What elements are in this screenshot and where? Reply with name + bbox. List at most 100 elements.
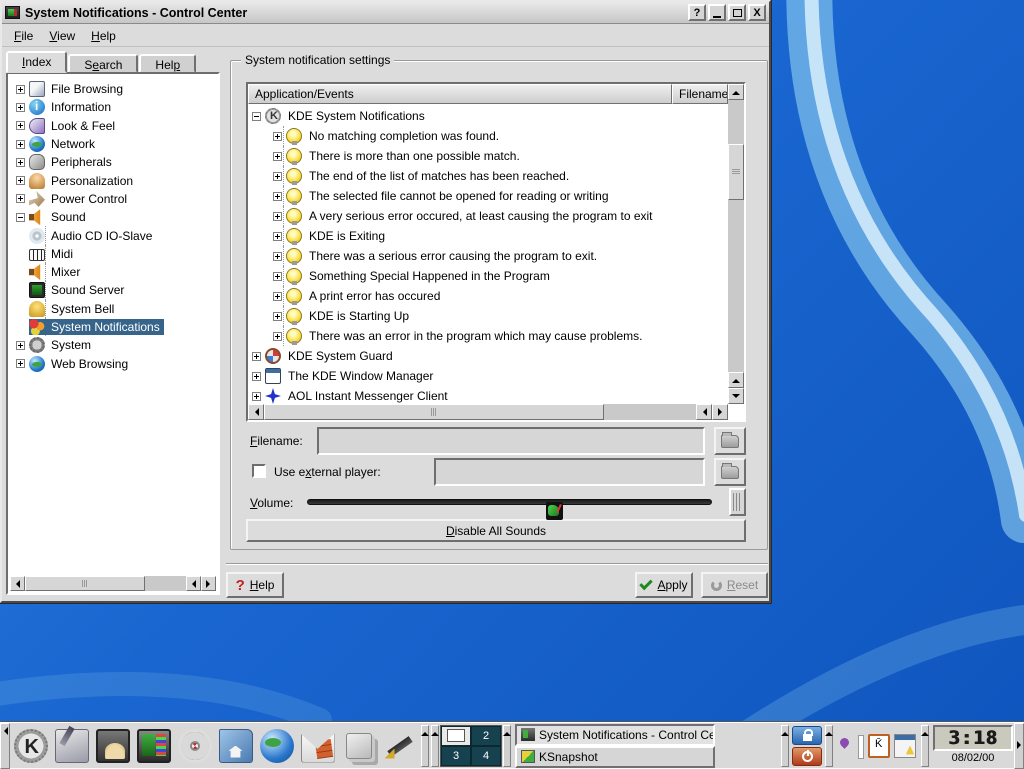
event-row[interactable]: The selected file cannot be opened for r… (248, 186, 728, 206)
event-row[interactable]: No matching completion was found. (248, 126, 728, 146)
help-dialog-button[interactable]: ? Help (226, 572, 284, 598)
sidebar-item-mixer[interactable]: Mixer (10, 263, 216, 281)
plus-expander-icon[interactable] (273, 152, 282, 161)
scroll-left-button-2[interactable] (696, 404, 712, 420)
app-row[interactable]: KDE System Notifications (248, 106, 728, 126)
list-vertical-scrollbar[interactable] (728, 84, 744, 404)
plus-expander-icon[interactable] (252, 372, 261, 381)
plus-expander-icon[interactable] (273, 272, 282, 281)
tray-plug-icon[interactable] (838, 734, 852, 758)
sidebar-item-midi[interactable]: Midi (10, 245, 216, 263)
column-header-application-events[interactable]: Application/Events (248, 84, 672, 104)
plus-expander-icon[interactable] (16, 140, 25, 149)
applet-handle[interactable] (503, 725, 511, 767)
plus-expander-icon[interactable] (16, 176, 25, 185)
help-button[interactable]: ? (688, 4, 706, 21)
titlebar[interactable]: System Notifications - Control Center ? … (2, 2, 769, 24)
plus-expander-icon[interactable] (16, 158, 25, 167)
tab-search[interactable]: Search (68, 54, 138, 73)
scrollbar-thumb[interactable] (264, 404, 604, 420)
konsole-launcher[interactable] (92, 725, 133, 767)
applet-handle[interactable] (431, 725, 439, 767)
sidebar-horizontal-scrollbar[interactable] (10, 576, 216, 591)
scrollbar-thumb[interactable] (25, 576, 145, 591)
filename-input[interactable] (317, 427, 705, 455)
tray-klipper-icon[interactable] (868, 734, 890, 758)
app-row[interactable]: AOL Instant Messenger Client (248, 386, 728, 404)
apply-button[interactable]: Apply (635, 572, 693, 598)
event-row[interactable]: A very serious error occured, at least c… (248, 206, 728, 226)
applet-handle[interactable] (421, 725, 429, 767)
sidebar-item-audio-cd-io-slave[interactable]: Audio CD IO-Slave (10, 226, 216, 244)
scroll-left-button-2[interactable] (186, 576, 201, 591)
plus-expander-icon[interactable] (252, 352, 261, 361)
plus-expander-icon[interactable] (273, 172, 282, 181)
sidebar-item-information[interactable]: Information (10, 98, 216, 116)
applet-handle[interactable] (825, 725, 833, 767)
sidebar-item-personalization[interactable]: Personalization (10, 171, 216, 189)
plus-expander-icon[interactable] (16, 194, 25, 203)
sidebar-item-system[interactable]: System (10, 336, 216, 354)
app-row[interactable]: The KDE Window Manager (248, 366, 728, 386)
sidebar-item-sound-server[interactable]: Sound Server (10, 281, 216, 299)
plus-expander-icon[interactable] (273, 192, 282, 201)
event-row[interactable]: KDE is Exiting (248, 226, 728, 246)
plus-expander-icon[interactable] (252, 392, 261, 401)
task-button-system-notifications-control-c[interactable]: System Notifications - Control Cente (515, 724, 715, 746)
plus-expander-icon[interactable] (273, 292, 282, 301)
sidebar-item-peripherals[interactable]: Peripherals (10, 153, 216, 171)
plus-expander-icon[interactable] (273, 232, 282, 241)
applet-handle[interactable] (781, 725, 789, 767)
kmail-launcher[interactable] (297, 725, 338, 767)
panel-hide-right-button[interactable] (1014, 723, 1024, 769)
sidebar-item-network[interactable]: Network (10, 135, 216, 153)
event-row[interactable]: Something Special Happened in the Progra… (248, 266, 728, 286)
event-row[interactable]: There was an error in the program which … (248, 326, 728, 346)
use-external-player-checkbox[interactable] (252, 464, 266, 478)
scrollbar-thumb[interactable] (728, 144, 744, 200)
event-row[interactable]: KDE is Starting Up (248, 306, 728, 326)
scroll-up-button-2[interactable] (728, 372, 744, 388)
menu-help[interactable]: Help (83, 27, 124, 45)
sidebar-item-system-bell[interactable]: System Bell (10, 300, 216, 318)
plus-expander-icon[interactable] (273, 252, 282, 261)
volume-slider-handle[interactable] (729, 488, 746, 516)
column-header-filename[interactable]: Filename (672, 84, 728, 104)
scroll-right-button[interactable] (712, 404, 728, 420)
list-horizontal-scrollbar[interactable] (248, 404, 728, 420)
k-menu-button[interactable] (10, 725, 51, 767)
close-button[interactable]: X (748, 4, 766, 21)
event-row[interactable]: A print error has occured (248, 286, 728, 306)
scroll-up-button[interactable] (728, 84, 744, 100)
panel-hide-left-button[interactable] (0, 723, 10, 769)
scroll-left-button[interactable] (248, 404, 264, 420)
task-button-ksnapshot[interactable]: KSnapshot (515, 746, 715, 768)
sidebar-item-power-control[interactable]: Power Control (10, 190, 216, 208)
help-launcher[interactable] (174, 725, 215, 767)
clock-applet[interactable]: 3:18 08/02/00 (932, 725, 1014, 767)
minus-expander-icon[interactable] (16, 213, 25, 222)
plus-expander-icon[interactable] (16, 121, 25, 130)
plus-expander-icon[interactable] (16, 85, 25, 94)
pager-desktop-2[interactable]: 2 (471, 726, 501, 746)
plus-expander-icon[interactable] (273, 212, 282, 221)
pager-desktop-3[interactable]: 3 (441, 746, 471, 766)
sidebar-item-look-feel[interactable]: Look & Feel (10, 117, 216, 135)
scrollbar-track[interactable] (604, 404, 696, 420)
disable-all-sounds-button[interactable]: Disable All Sounds (246, 519, 746, 542)
event-row[interactable]: The end of the list of matches has been … (248, 166, 728, 186)
plus-expander-icon[interactable] (273, 312, 282, 321)
editor-launcher[interactable] (379, 725, 420, 767)
tab-help[interactable]: Help (139, 54, 196, 73)
plus-expander-icon[interactable] (273, 132, 282, 141)
control-center-launcher[interactable] (133, 725, 174, 767)
lock-screen-button[interactable] (792, 726, 822, 745)
sidebar-item-system-notifications[interactable]: System Notifications (10, 318, 216, 336)
external-player-input[interactable] (434, 458, 705, 486)
scroll-left-button[interactable] (10, 576, 25, 591)
external-player-browse-button[interactable] (714, 458, 746, 486)
volume-slider-track[interactable] (307, 499, 712, 505)
menu-file[interactable]: File (6, 27, 41, 45)
tray-bar-icon[interactable] (856, 734, 864, 758)
plus-expander-icon[interactable] (16, 341, 25, 350)
